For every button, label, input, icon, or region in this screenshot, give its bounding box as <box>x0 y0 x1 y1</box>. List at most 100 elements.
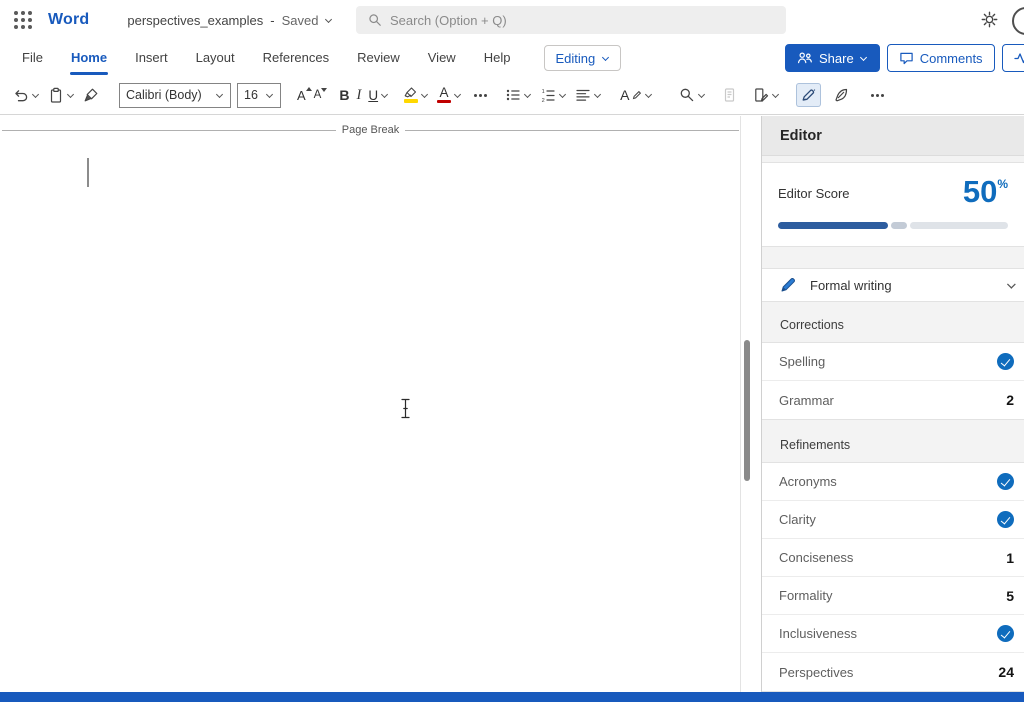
ribbon-tab-help[interactable]: Help <box>470 40 525 76</box>
score-progress-bar <box>778 222 1008 229</box>
bold-button[interactable]: B <box>335 83 353 107</box>
ellipsis-icon <box>474 94 477 97</box>
font-color-letter: A <box>440 87 449 99</box>
score-number: 50 <box>963 176 997 207</box>
ellipsis-icon <box>871 94 874 97</box>
bullet-list-button[interactable] <box>501 83 536 107</box>
underline-label: U <box>368 88 378 103</box>
writing-style-selector[interactable]: Formal writing <box>762 268 1024 302</box>
save-status: Saved <box>282 13 319 28</box>
shrink-font-letter: A <box>314 89 322 101</box>
chevron-down-icon <box>216 91 224 99</box>
bullet-list-icon <box>505 87 521 103</box>
category-label: Spelling <box>779 354 825 369</box>
svg-text:2: 2 <box>542 98 545 103</box>
text-highlight-button[interactable] <box>399 83 433 107</box>
chevron-down-icon[interactable] <box>325 16 333 24</box>
font-color-button[interactable]: A <box>433 83 466 108</box>
editor-category-acronyms[interactable]: Acronyms <box>762 463 1024 501</box>
comments-button[interactable]: Comments <box>887 44 995 72</box>
font-size-select[interactable]: 16 <box>237 83 281 108</box>
account-avatar[interactable] <box>1012 7 1024 35</box>
settings-gear-icon[interactable] <box>981 11 998 28</box>
ribbon-tab-insert[interactable]: Insert <box>121 40 182 76</box>
scrollbar-thumb[interactable] <box>744 340 750 481</box>
format-painter-button[interactable] <box>79 83 103 107</box>
editing-mode-button[interactable]: Editing <box>544 45 621 71</box>
document-canvas[interactable]: Page Break <box>0 116 762 692</box>
share-button[interactable]: Share <box>785 44 880 72</box>
font-name-value: Calibri (Body) <box>126 88 202 102</box>
editor-category-conciseness[interactable]: Conciseness 1 <box>762 539 1024 577</box>
grow-font-letter: A <box>297 88 306 103</box>
search-input[interactable] <box>390 13 774 28</box>
editor-panel: Editor Editor Score 50 % <box>762 116 1024 692</box>
quill-pen-icon <box>833 87 849 103</box>
ribbon-tab-file[interactable]: File <box>8 40 57 76</box>
writing-style-label: Formal writing <box>810 278 892 293</box>
numbered-list-button[interactable]: 12 <box>536 83 571 107</box>
search-box[interactable] <box>356 6 786 34</box>
draw-button[interactable] <box>829 83 853 107</box>
find-button[interactable] <box>675 83 710 107</box>
ribbon-tab-layout[interactable]: Layout <box>182 40 249 76</box>
text-effects-button[interactable]: A <box>616 85 657 105</box>
search-icon <box>368 13 382 27</box>
ribbon-tab-view[interactable]: View <box>414 40 470 76</box>
catch-up-button[interactable]: Catch <box>1002 44 1024 72</box>
category-label: Acronyms <box>779 474 837 489</box>
category-count: 24 <box>998 664 1014 680</box>
italic-label: I <box>356 87 361 104</box>
font-name-select[interactable]: Calibri (Body) <box>119 83 231 108</box>
main-content: Page Break Editor Editor Score 50 % <box>0 116 1024 692</box>
editor-category-inclusiveness[interactable]: Inclusiveness <box>762 615 1024 653</box>
chevron-down-icon <box>266 91 274 99</box>
undo-button[interactable] <box>8 83 44 107</box>
ribbon-right-actions: Share Comments Catch <box>785 44 1024 72</box>
font-size-value: 16 <box>244 88 258 102</box>
category-count: 1 <box>1006 550 1014 566</box>
editor-button[interactable] <box>796 83 821 107</box>
align-text-icon <box>575 87 591 103</box>
activity-pulse-icon <box>1014 51 1024 65</box>
italic-button[interactable]: I <box>353 87 364 104</box>
editor-category-formality[interactable]: Formality 5 <box>762 577 1024 615</box>
ribbon-tab-home[interactable]: Home <box>57 40 121 76</box>
ribbon-tab-references[interactable]: References <box>249 40 343 76</box>
track-changes-button[interactable] <box>749 83 784 107</box>
shrink-font-button[interactable]: A <box>310 87 326 103</box>
paragraph-alignment-button[interactable] <box>571 83 606 107</box>
grow-font-button[interactable]: A <box>293 86 310 105</box>
document-info: perspectives_examples - Saved <box>127 13 333 28</box>
editor-category-clarity[interactable]: Clarity <box>762 501 1024 539</box>
page-break-line <box>405 130 739 131</box>
format-painter-icon <box>83 87 99 103</box>
editor-score-label: Editor Score <box>778 176 850 201</box>
chevron-down-icon <box>698 91 706 99</box>
editor-category-spelling[interactable]: Spelling <box>762 343 1024 381</box>
more-font-options-button[interactable] <box>466 90 493 101</box>
check-icon <box>997 473 1014 490</box>
document-title[interactable]: perspectives_examples <box>127 13 263 28</box>
app-launcher-icon[interactable] <box>14 11 32 29</box>
bold-label: B <box>339 87 349 103</box>
ribbon-tab-review[interactable]: Review <box>343 40 414 76</box>
category-count: 2 <box>1006 392 1014 408</box>
progress-segment-filled <box>778 222 888 229</box>
chevron-down-icon <box>381 91 389 99</box>
editor-category-grammar[interactable]: Grammar 2 <box>762 381 1024 419</box>
undo-icon <box>12 87 29 103</box>
app-logo[interactable]: Word <box>48 11 89 29</box>
underline-button[interactable]: U <box>364 84 393 107</box>
editor-category-perspectives[interactable]: Perspectives 24 <box>762 653 1024 691</box>
paste-button[interactable] <box>44 83 79 108</box>
editor-panel-title: Editor <box>762 116 1024 156</box>
chevron-down-icon <box>421 91 429 99</box>
title-separator: - <box>270 13 274 28</box>
sensitivity-button[interactable] <box>718 83 741 107</box>
status-bar <box>0 692 1024 702</box>
check-icon <box>997 353 1014 370</box>
highlighter-icon <box>403 87 418 103</box>
more-commands-button[interactable] <box>863 90 890 101</box>
chevron-down-icon <box>32 91 40 99</box>
